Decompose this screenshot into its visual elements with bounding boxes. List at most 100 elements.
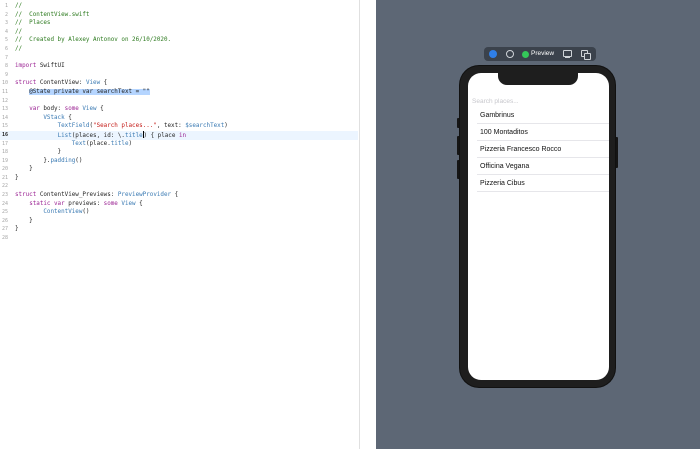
code-line[interactable]: 24 static var previews: some View {	[0, 200, 358, 209]
code-line[interactable]: 5 // Created by Alexey Antonov on 26/10/2…	[0, 36, 358, 45]
code-editor[interactable]: 1 // 2 // ContentView.swift 3 // Places 4 // 5 //…	[0, 0, 360, 449]
code-token: body:	[39, 106, 65, 113]
list-item[interactable]: Gambrinus	[468, 107, 609, 124]
code-token: struct	[15, 80, 37, 87]
code-token: View	[82, 106, 97, 113]
code-text: VStack {	[15, 114, 71, 123]
list-item[interactable]: Officina Vegana	[468, 158, 609, 175]
code-line[interactable]: 22	[0, 182, 358, 191]
line-number: 14	[1, 114, 8, 121]
live-preview-icon[interactable]	[488, 49, 498, 59]
code-token: {	[96, 106, 104, 113]
code-text: }	[15, 148, 62, 157]
code-line-current[interactable]: 16 List(places, id: \.title) { place in	[0, 130, 358, 140]
code-token: (place.	[85, 140, 111, 147]
code-token: // Created by Alexey Antonov on 26/10/20…	[15, 37, 172, 44]
code-text: }	[15, 174, 19, 183]
code-line[interactable]: 11 @State private var searchText = ""	[0, 88, 358, 97]
code-line[interactable]: 18 }	[0, 148, 358, 157]
code-token: }	[15, 217, 33, 224]
list-item[interactable]: Pizzeria Francesco Rocco	[468, 141, 609, 158]
code-token: PreviewProvider	[117, 192, 172, 199]
code-token: previews:	[64, 200, 104, 207]
code-line[interactable]: 8 import SwiftUI	[0, 62, 358, 71]
code-text: //	[15, 28, 22, 37]
code-line[interactable]: 19 }.padding()	[0, 157, 358, 166]
code-text: // Created by Alexey Antonov on 26/10/20…	[15, 36, 171, 45]
line-number: 5	[4, 37, 8, 44]
code-line[interactable]: 23 struct ContentView_Previews: PreviewPr…	[0, 191, 358, 200]
duplicate-preview-icon[interactable]	[580, 49, 591, 60]
code-token: //	[15, 45, 23, 52]
code-token: }	[15, 174, 19, 181]
code-token: Text	[71, 140, 86, 147]
code-line[interactable]: 12	[0, 97, 358, 106]
code-line[interactable]: 14 VStack {	[0, 114, 358, 123]
line-number: 15	[1, 123, 8, 130]
code-token: )	[224, 123, 228, 130]
list-item[interactable]: Pizzeria Cibus	[468, 175, 609, 192]
code-text: Text(place.title)	[15, 140, 132, 149]
code-text: import SwiftUI	[15, 62, 65, 71]
code-line[interactable]: 20 }	[0, 165, 358, 174]
code-line[interactable]: 4 //	[0, 28, 358, 37]
code-line[interactable]: 27}	[0, 225, 358, 234]
code-line[interactable]: 9	[0, 71, 358, 80]
code-line[interactable]: 25 ContentView()	[0, 208, 358, 217]
code-line[interactable]: 3 // Places	[0, 19, 358, 28]
line-number: 12	[1, 97, 8, 104]
line-number: 26	[1, 217, 8, 224]
code-line[interactable]: 26 }	[0, 217, 358, 226]
line-number: 8	[4, 63, 8, 70]
code-line[interactable]: 21}	[0, 174, 358, 183]
search-input[interactable]	[472, 97, 605, 106]
code-token: some	[64, 106, 79, 113]
code-text: // Places	[15, 19, 50, 28]
code-line[interactable]: 7	[0, 54, 358, 63]
code-line[interactable]: 15 TextField("Search places...", text: $…	[0, 122, 358, 131]
list-item[interactable]: 100 Montaditos	[468, 124, 609, 141]
inspect-icon[interactable]	[505, 49, 515, 59]
line-number: 21	[1, 174, 8, 181]
code-token: SwiftUI	[36, 63, 65, 70]
code-token: var	[29, 106, 40, 113]
code-line[interactable]: 13 var body: some View {	[0, 105, 358, 114]
preview-button[interactable]: Preview	[522, 49, 556, 59]
places-list[interactable]: Gambrinus 100 Montaditos Pizzeria Francesc…	[468, 107, 609, 192]
code-text: //	[15, 45, 22, 54]
phone-notch	[498, 72, 578, 85]
preview-toolbar: Preview	[484, 47, 596, 61]
code-token: }	[15, 166, 33, 173]
code-token: ()	[82, 209, 90, 216]
code-line[interactable]: 1 //	[0, 2, 358, 11]
code-line[interactable]: 17 Text(place.title)	[0, 140, 358, 149]
canvas-margin	[360, 0, 376, 449]
code-line[interactable]: 28	[0, 234, 358, 243]
line-number: 4	[4, 28, 8, 35]
code-token: // Places	[15, 20, 51, 27]
source-code[interactable]: 1 // 2 // ContentView.swift 3 // Places 4 // 5 //…	[0, 2, 358, 243]
code-text: // ContentView.swift	[15, 11, 89, 20]
code-token: static var	[29, 200, 65, 207]
code-token: TextField	[57, 123, 90, 130]
code-token: View	[121, 200, 136, 207]
code-token: struct	[15, 192, 37, 199]
code-line[interactable]: 6 //	[0, 45, 358, 54]
code-token: )	[128, 140, 133, 147]
phone-power-button	[615, 137, 618, 168]
code-text: }.padding()	[15, 157, 82, 166]
code-line[interactable]: 10 struct ContentView: View {	[0, 79, 358, 88]
line-number: 27	[1, 226, 8, 233]
code-token: //	[15, 3, 23, 9]
code-line[interactable]: 2 // ContentView.swift	[0, 11, 358, 20]
code-token: }.	[15, 157, 51, 164]
line-number: 25	[1, 209, 8, 216]
code-text: }	[15, 217, 33, 226]
device-settings-icon[interactable]	[562, 49, 573, 59]
line-number: 11	[1, 88, 8, 95]
place-title: Pizzeria Cibus	[480, 180, 525, 187]
code-token: View	[85, 80, 101, 87]
